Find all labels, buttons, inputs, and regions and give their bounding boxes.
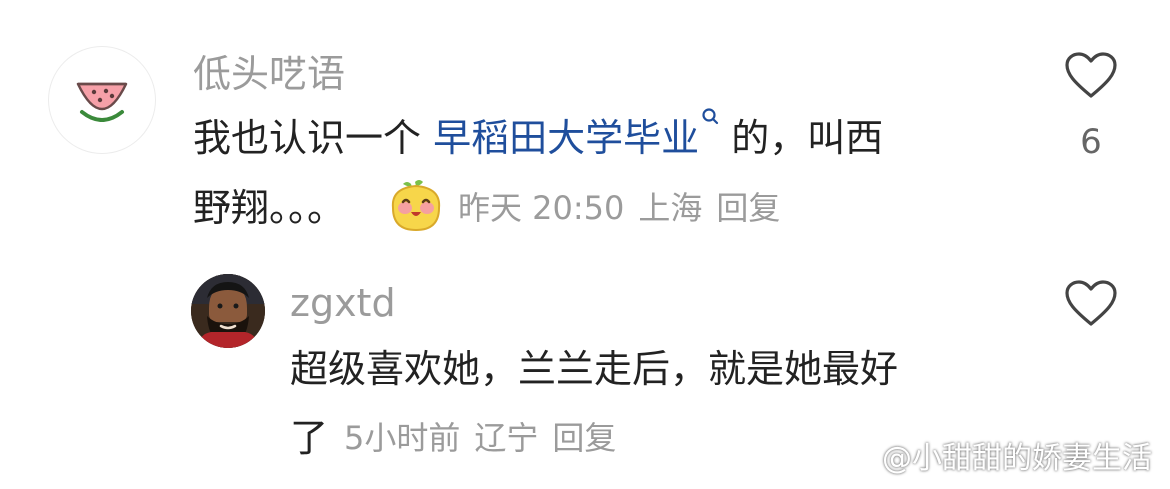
bearded-man-avatar bbox=[191, 274, 265, 348]
comment-text: 超级喜欢她，兰兰走后，就是她最好 bbox=[290, 347, 899, 391]
search-link[interactable]: 早稻田大学毕业 bbox=[433, 116, 699, 160]
comment-meta: 5小时前 辽宁 回复 bbox=[344, 414, 616, 462]
weibo-logo-icon bbox=[836, 443, 876, 475]
comment-text-line2: 了 bbox=[290, 416, 329, 460]
avatar[interactable] bbox=[48, 46, 156, 154]
heart-icon[interactable] bbox=[1064, 52, 1118, 100]
comment-username[interactable]: 低头呓语 bbox=[193, 50, 345, 98]
comment-meta: 昨天 20:50 上海 回复 bbox=[458, 184, 780, 232]
comment-username[interactable]: zgxtd bbox=[290, 279, 396, 327]
watermelon-icon bbox=[76, 82, 128, 122]
avatar[interactable] bbox=[191, 274, 265, 348]
happy-face-emoji bbox=[391, 180, 441, 232]
comment-text-segment: 我也认识一个 bbox=[193, 116, 434, 160]
comment-location: 辽宁 bbox=[474, 419, 539, 457]
comment-time: 昨天 20:50 bbox=[458, 189, 625, 227]
search-icon[interactable] bbox=[701, 107, 719, 131]
comment-location: 上海 bbox=[638, 189, 703, 227]
watermark: @小甜甜的娇妻生活 bbox=[836, 439, 1152, 479]
reply-button[interactable]: 回复 bbox=[716, 189, 780, 227]
like-count: 6 bbox=[1080, 122, 1102, 162]
comment-text: 我也认识一个 早稻田大学毕业 的，叫西 bbox=[193, 104, 883, 172]
comment-text-line2: 野翔。。。 bbox=[193, 186, 346, 230]
comment-text-segment: 的，叫西 bbox=[719, 116, 884, 160]
comment-time: 5小时前 bbox=[344, 419, 461, 457]
watermark-text: @小甜甜的娇妻生活 bbox=[882, 441, 1152, 476]
reply-button[interactable]: 回复 bbox=[552, 419, 616, 457]
heart-icon[interactable] bbox=[1064, 280, 1118, 328]
